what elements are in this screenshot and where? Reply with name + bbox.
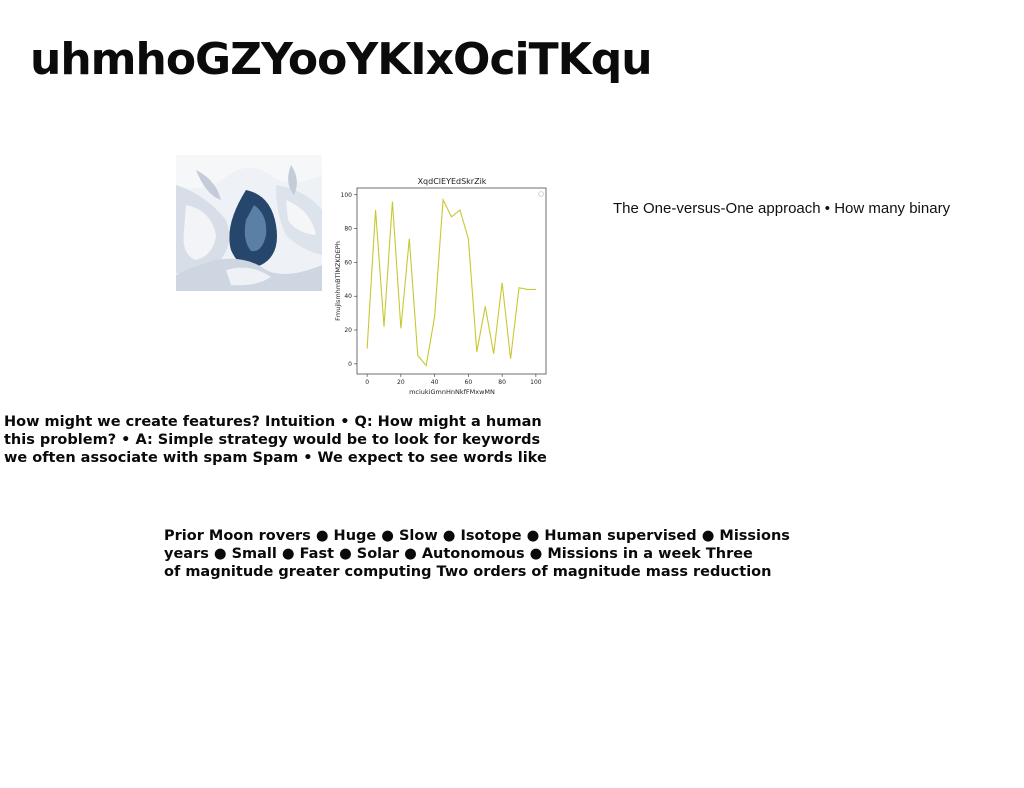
y-axis-label: FmujlsmhmBTlMZKDEPh — [334, 241, 342, 321]
x-tick-label: 40 — [431, 379, 439, 386]
paragraph-features: How might we create features? Intuition … — [4, 413, 564, 467]
y-tick-label: 80 — [344, 226, 352, 233]
ice-cave-illustration — [176, 155, 322, 291]
legend-marker — [538, 191, 544, 197]
y-tick-label: 0 — [348, 361, 352, 368]
x-tick-label: 100 — [530, 379, 542, 386]
slide-title: uhmhoGZYooYKIxOciTKqu — [30, 34, 653, 85]
y-tick-label: 60 — [344, 259, 352, 266]
x-tick-label: 80 — [498, 379, 506, 386]
ice-cave-image — [176, 155, 322, 291]
x-axis-label: mciukiGmnHnNkfFMxwMN — [409, 388, 495, 396]
series-line — [366, 197, 536, 367]
chart-title: XqdClEYEdSkrZik — [418, 177, 487, 186]
x-tick-label: 60 — [465, 379, 473, 386]
y-tick-label: 40 — [344, 293, 352, 300]
paragraph-line: years ● Small ● Fast ● Solar ● Autonomou… — [164, 546, 753, 562]
paragraph-line: this problem? • A: Simple strategy would… — [4, 432, 541, 448]
paragraph-moon-rovers: Prior Moon rovers ● Huge ● Slow ● Isotop… — [164, 527, 824, 581]
y-tick-label: 100 — [341, 192, 353, 199]
paragraph-line: of magnitude greater computing Two order… — [164, 564, 772, 580]
line-chart: XqdClEYEdSkrZik 0 20 40 60 80 100 0 20 40 60 80 100… — [334, 170, 554, 402]
side-text: The One-versus-One approach • How many b… — [613, 200, 951, 217]
paragraph-line: Prior Moon rovers ● Huge ● Slow ● Isotop… — [164, 528, 790, 544]
y-tick-label: 20 — [344, 327, 352, 334]
x-tick-label: 20 — [397, 379, 405, 386]
x-tick-label: 0 — [365, 379, 369, 386]
line-chart-svg: XqdClEYEdSkrZik 0 20 40 60 80 100 0 20 40 60 80 100… — [334, 177, 547, 396]
paragraph-line: How might we create features? Intuition … — [4, 414, 542, 430]
paragraph-line: we often associate with spam Spam • We e… — [4, 450, 547, 466]
